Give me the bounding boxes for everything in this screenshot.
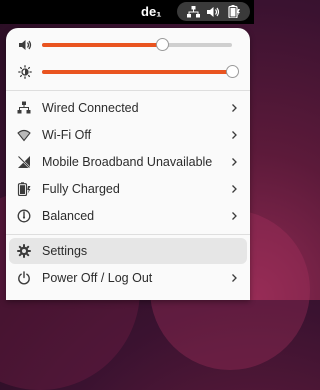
menu-item-label: Balanced [42,209,95,223]
brightness-slider-handle[interactable] [226,65,239,78]
settings-button[interactable]: Settings [9,238,247,264]
battery-icon [228,5,241,18]
battery-full-charged-icon [17,182,31,196]
volume-icon [207,6,220,18]
volume-slider[interactable] [42,38,232,51]
power-icon [17,271,31,285]
chevron-right-icon [229,157,239,167]
top-bar: de₁ [0,0,254,24]
system-status-indicators[interactable] [177,2,250,21]
separator [6,90,250,91]
brightness-slider-fill [42,70,232,74]
menu-item-label: Mobile Broadband Unavailable [42,155,213,169]
separator [6,234,250,235]
power-off-logout-label: Power Off / Log Out [42,271,153,285]
menu-item-label: Wired Connected [42,101,139,115]
system-menu: Wired Connected Wi-Fi Off Mobile Broadba… [6,28,250,300]
brightness-slider[interactable] [42,65,239,78]
menu-item-wired[interactable]: Wired Connected [9,95,247,121]
power-profile-icon [17,209,31,223]
network-wired-icon [17,101,31,115]
menu-item-battery[interactable]: Fully Charged [9,176,247,202]
brightness-slider-row [6,60,250,84]
chevron-right-icon [229,130,239,140]
brightness-icon [18,65,32,79]
mobile-signal-off-icon [17,155,31,169]
volume-slider-handle[interactable] [155,38,169,51]
chevron-right-icon [229,273,239,283]
network-wired-icon [186,5,200,18]
chevron-right-icon [229,103,239,113]
chevron-right-icon [229,211,239,221]
menu-item-label: Fully Charged [42,182,120,196]
menu-item-label: Wi-Fi Off [42,128,92,142]
menu-item-power-profile[interactable]: Balanced [9,203,247,229]
volume-slider-fill [42,43,162,47]
wifi-icon [17,128,31,142]
volume-icon [18,38,32,52]
settings-label: Settings [42,244,88,258]
menu-item-wifi[interactable]: Wi-Fi Off [9,122,247,148]
volume-slider-row [6,33,250,57]
menu-item-mobile-broadband[interactable]: Mobile Broadband Unavailable [9,149,247,175]
gear-icon [17,244,31,258]
power-off-logout-button[interactable]: Power Off / Log Out [9,265,247,291]
chevron-right-icon [229,184,239,194]
topbar-label: de₁ [141,4,162,19]
